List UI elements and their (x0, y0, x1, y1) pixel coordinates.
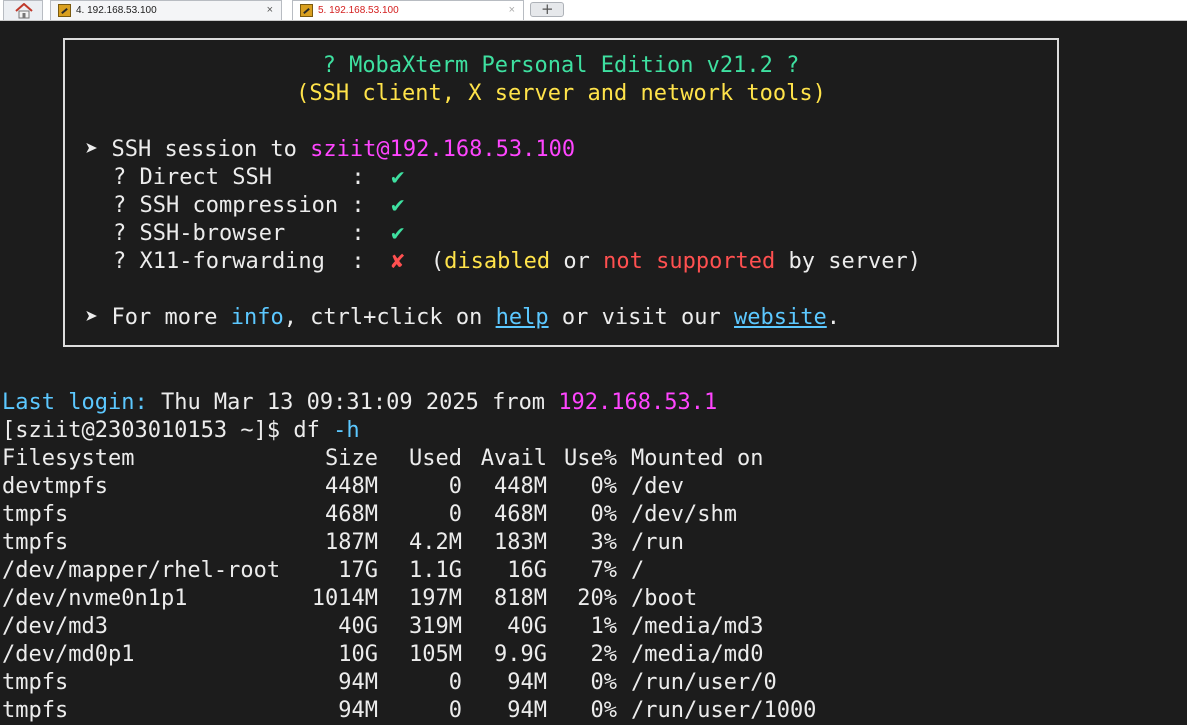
df-row: devtmpfs 448M 0 448M 0%/dev (2, 474, 684, 499)
check-icon: ✔ (391, 221, 405, 246)
check-x11-forwarding: ? X11-forwarding : ✘ (disabled or not su… (113, 249, 921, 274)
df-row: tmpfs 94M 0 94M 0%/run/user/0 (2, 670, 777, 695)
ssh-session-icon (58, 4, 71, 17)
df-row: /dev/md0p1 10G 105M 9.9G 2%/media/md0 (2, 642, 764, 667)
check-direct-ssh: ? Direct SSH : ✔ (113, 165, 405, 190)
df-header-row: Filesystem Size Used Avail Use% Mounted … (2, 446, 764, 471)
home-icon (15, 3, 33, 19)
terminal-area[interactable]: ? MobaXterm Personal Edition v21.2 ? (SS… (0, 21, 1187, 725)
banner-title: ? MobaXterm Personal Edition v21.2 ? (322, 53, 800, 78)
ssh-session-icon (300, 4, 313, 17)
tab-label: 4. 192.168.53.100 (76, 5, 157, 16)
tab-bar: 4. 192.168.53.100 × 5. 192.168.53.100 × … (0, 0, 1187, 21)
close-tab-icon[interactable]: × (267, 1, 273, 20)
plus-icon: + (541, 0, 554, 18)
shell-prompt: [sziit@2303010153 ~]$ df -h (2, 418, 360, 443)
check-icon: ✔ (391, 165, 405, 190)
cross-icon: ✘ (391, 249, 405, 274)
new-tab-button[interactable]: + (530, 0, 564, 18)
info-line: ➤ For more info, ctrl+click on help or v… (85, 305, 840, 330)
df-row: tmpfs 187M 4.2M 183M 3%/run (2, 530, 684, 555)
df-row: tmpfs 468M 0 468M 0%/dev/shm (2, 502, 737, 527)
ssh-session-line: ➤ SSH session to sziit@192.168.53.100 (85, 137, 576, 162)
banner-subtitle: (SSH client, X server and network tools) (296, 81, 826, 106)
website-link[interactable]: website (734, 305, 827, 330)
last-login-line: Last login: Thu Mar 13 09:31:09 2025 fro… (2, 390, 718, 415)
help-link[interactable]: help (496, 305, 549, 330)
df-row: /dev/nvme0n1p1 1014M 197M 818M 20%/boot (2, 586, 698, 611)
tab-label: 5. 192.168.53.100 (318, 5, 399, 16)
df-row: /dev/md3 40G 319M 40G 1%/media/md3 (2, 614, 764, 639)
home-tab[interactable] (3, 0, 43, 20)
df-row: /dev/mapper/rhel-root 17G 1.1G 16G 7% / (2, 558, 645, 583)
session-tab-5[interactable]: 5. 192.168.53.100 × (292, 0, 524, 20)
info-link[interactable]: info (231, 305, 284, 330)
check-ssh-compression: ? SSH compression : ✔ (113, 193, 405, 218)
session-tab-4[interactable]: 4. 192.168.53.100 × (50, 0, 282, 20)
close-tab-icon[interactable]: × (509, 1, 515, 20)
check-ssh-browser: ? SSH-browser : ✔ (113, 221, 405, 246)
welcome-banner: ? MobaXterm Personal Edition v21.2 ? (SS… (63, 38, 1059, 347)
df-row: tmpfs 94M 0 94M 0%/run/user/1000 (2, 698, 817, 723)
session-target: sziit@192.168.53.100 (310, 137, 576, 162)
check-icon: ✔ (391, 193, 405, 218)
